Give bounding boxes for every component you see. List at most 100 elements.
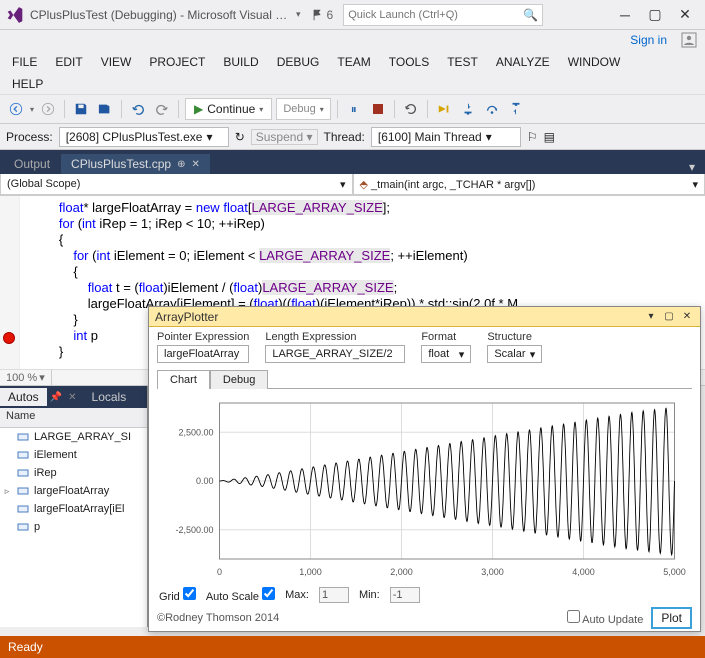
svg-text:5,000: 5,000 (663, 567, 686, 577)
step-over-button[interactable] (482, 99, 502, 119)
save-all-button[interactable] (95, 99, 115, 119)
autos-row[interactable]: LARGE_ARRAY_SI (0, 428, 147, 446)
undo-button[interactable] (128, 99, 148, 119)
notifications[interactable]: 6 (311, 8, 334, 22)
menu-team[interactable]: TEAM (329, 53, 378, 71)
structure-label: Structure (487, 331, 542, 343)
continue-button[interactable]: ▶ Continue ▾ (185, 98, 272, 120)
nav-back-button[interactable] (6, 99, 26, 119)
autos-row[interactable]: largeFloatArray[iEl (0, 500, 147, 518)
stack-frame-icon[interactable]: ▤ (544, 130, 555, 144)
pause-button[interactable]: ⏸ (344, 99, 364, 119)
menu-window[interactable]: WINDOW (560, 53, 629, 71)
menu-build[interactable]: BUILD (215, 53, 266, 71)
config-dropdown[interactable]: Debug ▾ (276, 98, 330, 120)
autos-row[interactable]: iRep (0, 464, 147, 482)
notification-count: 6 (327, 8, 334, 22)
search-icon[interactable]: 🔍 (523, 8, 538, 22)
autos-row[interactable]: iElement (0, 446, 147, 464)
menu-file[interactable]: FILE (4, 53, 45, 71)
svg-text:0.00: 0.00 (196, 476, 214, 486)
chevron-down-icon: ▾ (340, 178, 346, 191)
show-next-button[interactable] (434, 99, 454, 119)
chevron-down-icon[interactable]: ▾ (259, 105, 263, 114)
copyright: ©Rodney Thomson 2014 (157, 612, 279, 624)
step-out-button[interactable] (506, 99, 526, 119)
quick-launch-input[interactable] (348, 9, 523, 21)
tab-locals[interactable]: Locals (84, 388, 135, 406)
nav-fwd-button[interactable] (38, 99, 58, 119)
redo-button[interactable] (152, 99, 172, 119)
pointer-label: Pointer Expression (157, 331, 249, 343)
autos-row[interactable]: ▹largeFloatArray (0, 482, 147, 500)
close-icon[interactable]: ✕ (191, 159, 199, 170)
title-overflow-icon[interactable]: ▾ (296, 9, 301, 20)
menu-project[interactable]: PROJECT (141, 53, 213, 71)
panel-menu-icon[interactable]: ▾ (644, 310, 658, 324)
tab-autos[interactable]: Autos (0, 388, 47, 406)
pin-icon[interactable]: 📌 (47, 392, 65, 403)
menu-test[interactable]: TEST (439, 53, 486, 71)
autoupdate-checkbox[interactable]: Auto Update (567, 610, 644, 626)
format-dropdown[interactable]: float▾ (421, 345, 471, 363)
pointer-input[interactable]: largeFloatArray (157, 345, 249, 363)
minimize-button[interactable]: ─ (611, 5, 639, 25)
quick-launch[interactable]: 🔍 (343, 4, 543, 26)
autos-header-name: Name (0, 408, 147, 428)
save-button[interactable] (71, 99, 91, 119)
toolbar: ▾ ▶ Continue ▾ Debug ▾ ⏸ (0, 94, 705, 124)
plot-button[interactable]: Plot (651, 607, 692, 629)
autos-row[interactable]: p (0, 518, 147, 536)
arrayplotter-title: ArrayPlotter (155, 310, 218, 324)
tab-output[interactable]: Output (4, 154, 60, 174)
stop-button[interactable] (368, 99, 388, 119)
step-into-button[interactable] (458, 99, 478, 119)
suspend-button[interactable]: Suspend ▾ (251, 129, 318, 145)
cycle-process-icon[interactable]: ↻ (235, 130, 245, 144)
panel-close-icon[interactable]: ✕ (680, 310, 694, 324)
account-icon[interactable] (681, 32, 697, 48)
pin-icon[interactable]: ⊕ (177, 159, 185, 170)
thread-flag-icon[interactable]: ⚐ (527, 130, 538, 144)
menu-help[interactable]: HELP (4, 75, 51, 93)
breakpoint-icon[interactable] (3, 332, 15, 344)
thread-dropdown[interactable]: [6100] Main Thread ▾ (371, 127, 521, 147)
scope-dropdown[interactable]: (Global Scope) ▾ (0, 174, 353, 195)
menu-bar: FILE EDIT VIEW PROJECT BUILD DEBUG TEAM … (0, 50, 705, 74)
chart-area: 01,0002,0003,0004,0005,000-2,500.000.002… (159, 395, 690, 581)
restart-button[interactable] (401, 99, 421, 119)
process-dropdown[interactable]: [2608] CPlusPlusTest.exe ▾ (59, 127, 229, 147)
max-input[interactable] (319, 587, 349, 603)
menu-edit[interactable]: EDIT (47, 53, 90, 71)
debug-location-toolbar: Process: [2608] CPlusPlusTest.exe ▾ ↻ Su… (0, 124, 705, 150)
menu-analyze[interactable]: ANALYZE (488, 53, 558, 71)
close-button[interactable]: ✕ (671, 5, 699, 25)
menu-debug[interactable]: DEBUG (269, 53, 328, 71)
tab-overflow-icon[interactable]: ▾ (683, 160, 701, 174)
tab-chart[interactable]: Chart (157, 370, 210, 389)
chevron-down-icon: ▾ (320, 105, 324, 114)
maximize-button[interactable]: ▢ (641, 5, 669, 25)
close-icon[interactable]: ✕ (65, 392, 79, 403)
chevron-down-icon: ▾ (486, 130, 492, 144)
autoscale-checkbox[interactable]: Auto Scale (206, 587, 275, 603)
chevron-down-icon[interactable]: ▾ (30, 105, 34, 114)
tab-label: CPlusPlusTest.cpp (71, 157, 171, 171)
menu-tools[interactable]: TOOLS (381, 53, 437, 71)
tab-source-file[interactable]: CPlusPlusTest.cpp ⊕ ✕ (61, 154, 210, 174)
tab-debug[interactable]: Debug (210, 370, 268, 389)
svg-text:4,000: 4,000 (572, 567, 595, 577)
signin-link[interactable]: Sign in (630, 33, 667, 47)
menu-view[interactable]: VIEW (93, 53, 140, 71)
length-input[interactable]: LARGE_ARRAY_SIZE/2 (265, 345, 405, 363)
function-dropdown[interactable]: ⬘ _tmain(int argc, _TCHAR * argv[]) ▾ (353, 174, 705, 195)
panel-maximize-icon[interactable]: ▢ (662, 310, 676, 324)
svg-text:2,000: 2,000 (390, 567, 413, 577)
min-input[interactable] (390, 587, 420, 603)
structure-dropdown[interactable]: Scalar▾ (487, 345, 542, 363)
zoom-dropdown[interactable]: 100 % ▾ (0, 370, 52, 386)
status-text: Ready (8, 640, 43, 654)
grid-checkbox[interactable]: Grid (159, 587, 196, 603)
svg-text:1,000: 1,000 (299, 567, 322, 577)
editor-gutter[interactable] (0, 196, 20, 385)
